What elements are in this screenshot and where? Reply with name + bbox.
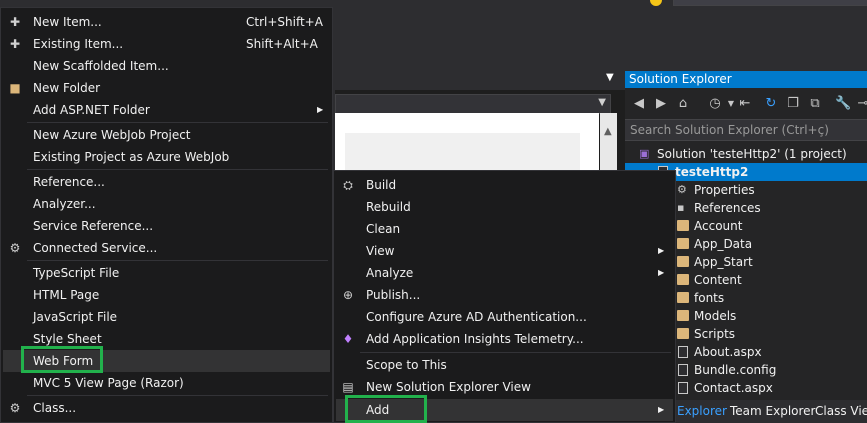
solution-explorer-toolbar: ◀ ▶ ⌂ ◷ ▼ ⇤ ↻ ❐ ⧉ 🔧 ⊸ <box>625 92 867 116</box>
preview-icon[interactable]: ⊸ <box>855 96 867 112</box>
scroll-up-icon[interactable]: ▲ <box>604 126 612 137</box>
editor-design-content <box>345 133 580 173</box>
build-icon: ⛭ <box>343 178 353 192</box>
menu-item-add-aspnet-folder[interactable]: Add ASP.NET Folder ▶ <box>3 99 330 121</box>
menu-item-publish[interactable]: ⊕ Publish... <box>336 284 673 306</box>
solution-explorer-title: Solution Explorer <box>625 71 867 88</box>
collapse-all-icon[interactable]: ❐ <box>785 96 801 112</box>
config-file-icon <box>678 364 688 376</box>
solution-explorer-search[interactable] <box>625 119 867 141</box>
home-icon[interactable]: ⌂ <box>675 96 691 112</box>
menu-item-mvc5-view-page[interactable]: MVC 5 View Page (Razor) <box>3 372 330 394</box>
references-icon: ▪ <box>677 201 685 214</box>
folder-icon <box>677 328 689 339</box>
tab-class-view[interactable]: Class View <box>815 404 867 418</box>
menu-item-new-folder[interactable]: ■ New Folder <box>3 77 330 99</box>
class-icon: ⚙ <box>9 401 21 415</box>
show-all-files-icon[interactable]: ⧉ <box>807 96 823 112</box>
menu-item-class[interactable]: ⚙ Class... <box>3 397 330 419</box>
menu-item-typescript-file[interactable]: TypeScript File <box>3 262 330 284</box>
add-highlight-box <box>345 395 427 423</box>
menu-item-scope-to-this[interactable]: Scope to This <box>336 354 673 376</box>
new-folder-icon: ■ <box>9 81 21 95</box>
menu-item-new-item[interactable]: ✚ New Item... Ctrl+Shift+A <box>3 11 330 33</box>
submenu-arrow-icon: ▶ <box>658 246 665 255</box>
folder-icon <box>677 274 689 285</box>
menu-item-app-insights[interactable]: ♦ Add Application Insights Telemetry... <box>336 328 673 350</box>
folder-icon <box>677 256 689 267</box>
connected-service-icon: ⚙ <box>9 241 21 255</box>
menu-item-view[interactable]: View ▶ <box>336 240 673 262</box>
new-item-icon: ✚ <box>9 15 21 29</box>
folder-icon <box>677 238 689 249</box>
properties-wrench-icon[interactable]: 🔧 <box>835 96 851 112</box>
web-form-highlight-box <box>21 346 103 373</box>
folder-icon <box>677 310 689 321</box>
back-icon[interactable]: ◀ <box>631 96 647 112</box>
menu-item-clean[interactable]: Clean <box>336 218 673 240</box>
menu-item-existing-item[interactable]: ✚ Existing Item... Shift+Alt+A <box>3 33 330 55</box>
menu-item-rebuild[interactable]: Rebuild <box>336 196 673 218</box>
menu-item-existing-project-webjob[interactable]: Existing Project as Azure WebJob <box>3 146 330 168</box>
globe-icon: ⊕ <box>342 288 354 302</box>
menu-separator <box>27 395 328 396</box>
submenu-arrow-icon: ▶ <box>658 268 665 277</box>
chevron-down-icon: ▼ <box>598 97 606 108</box>
menu-item-html-page[interactable]: HTML Page <box>3 284 330 306</box>
menu-item-analyzer[interactable]: Analyzer... <box>3 193 330 215</box>
new-view-icon: ▤ <box>342 380 354 394</box>
insights-icon: ♦ <box>342 332 354 346</box>
menu-item-new-azure-webjob[interactable]: New Azure WebJob Project <box>3 124 330 146</box>
editor-navigation-dropdown[interactable]: ▼ <box>335 94 611 114</box>
menu-separator <box>27 122 328 123</box>
menu-item-reference[interactable]: Reference... <box>3 171 330 193</box>
solution-icon: ▣ <box>639 147 650 160</box>
forward-icon[interactable]: ▶ <box>653 96 669 112</box>
menu-item-javascript-file[interactable]: JavaScript File <box>3 306 330 328</box>
submenu-arrow-icon: ▶ <box>317 105 324 114</box>
aspx-file-icon <box>678 382 688 394</box>
submenu-arrow-icon: ▶ <box>658 405 665 414</box>
folder-icon <box>677 292 689 303</box>
history-icon[interactable]: ◷ <box>707 96 723 112</box>
search-input[interactable] <box>625 120 867 140</box>
existing-item-icon: ✚ <box>9 37 21 51</box>
wrench-icon: ⚙ <box>677 183 687 196</box>
folder-icon <box>677 220 689 231</box>
menu-separator <box>27 260 328 261</box>
menu-item-analyze[interactable]: Analyze ▶ <box>336 262 673 284</box>
dropdown-arrow-icon[interactable]: ▼ <box>606 72 614 83</box>
tab-solution-explorer[interactable]: Explorer <box>677 404 727 418</box>
project-context-menu: ⛭ Build Rebuild Clean View ▶ Analyze ▶ ⊕… <box>333 170 676 423</box>
menu-item-configure-azure-ad[interactable]: Configure Azure AD Authentication... <box>336 306 673 328</box>
tab-team-explorer[interactable]: Team Explorer <box>730 404 816 418</box>
menu-item-connected-service[interactable]: ⚙ Connected Service... <box>3 237 330 259</box>
aspx-file-icon <box>678 346 688 358</box>
menu-separator <box>27 169 328 170</box>
menu-item-new-scaffolded-item[interactable]: New Scaffolded Item... <box>3 55 330 77</box>
refresh-icon[interactable]: ↻ <box>763 96 779 112</box>
collapse-icon[interactable]: ⇤ <box>737 96 753 112</box>
quick-launch-box[interactable] <box>673 0 867 6</box>
solution-node[interactable]: ▣ Solution 'testeHttp2' (1 project) <box>625 145 867 163</box>
menu-item-build[interactable]: ⛭ Build <box>336 174 673 196</box>
editor-scrollbar[interactable] <box>600 113 617 173</box>
menu-separator <box>360 352 671 353</box>
menu-item-service-reference[interactable]: Service Reference... <box>3 215 330 237</box>
